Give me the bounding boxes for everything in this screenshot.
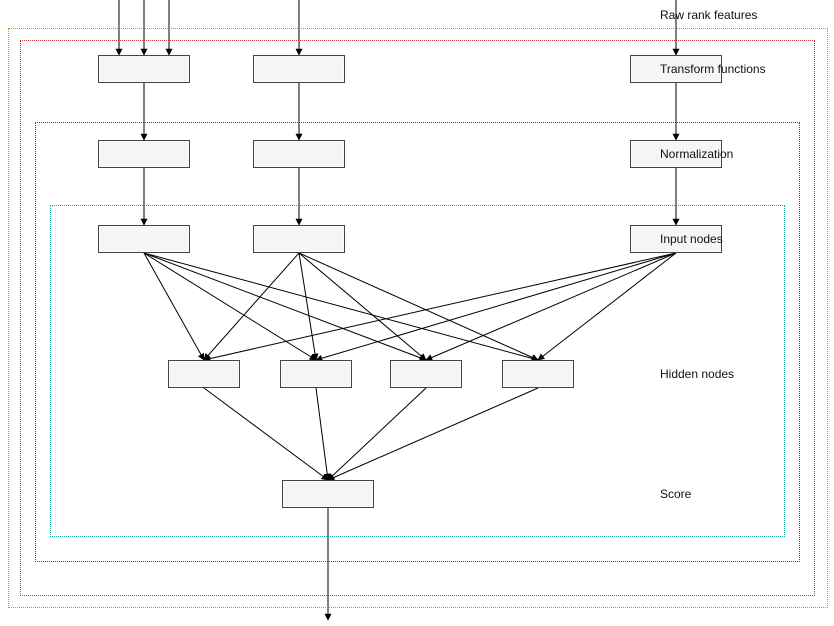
label-raw-rank-features: Raw rank features: [660, 8, 757, 22]
transform-boundary: [20, 40, 815, 596]
diagram-canvas: Raw rank features Transform functions No…: [0, 0, 834, 626]
label-normalization: Normalization: [660, 147, 733, 161]
label-score: Score: [660, 487, 691, 501]
hidden-node-3: [502, 360, 574, 388]
hidden-node-2: [390, 360, 462, 388]
label-transform-functions: Transform functions: [660, 62, 766, 76]
score-node: [282, 480, 374, 508]
transform-node-1: [253, 55, 345, 83]
outer-boundary: [8, 28, 828, 608]
hidden-node-1: [280, 360, 352, 388]
label-hidden-nodes: Hidden nodes: [660, 367, 734, 381]
input-node-1: [253, 225, 345, 253]
label-input-nodes: Input nodes: [660, 232, 723, 246]
input-node-0: [98, 225, 190, 253]
transform-node-0: [98, 55, 190, 83]
normalization-node-0: [98, 140, 190, 168]
normalization-node-1: [253, 140, 345, 168]
connections-layer: [0, 0, 834, 626]
hidden-node-0: [168, 360, 240, 388]
